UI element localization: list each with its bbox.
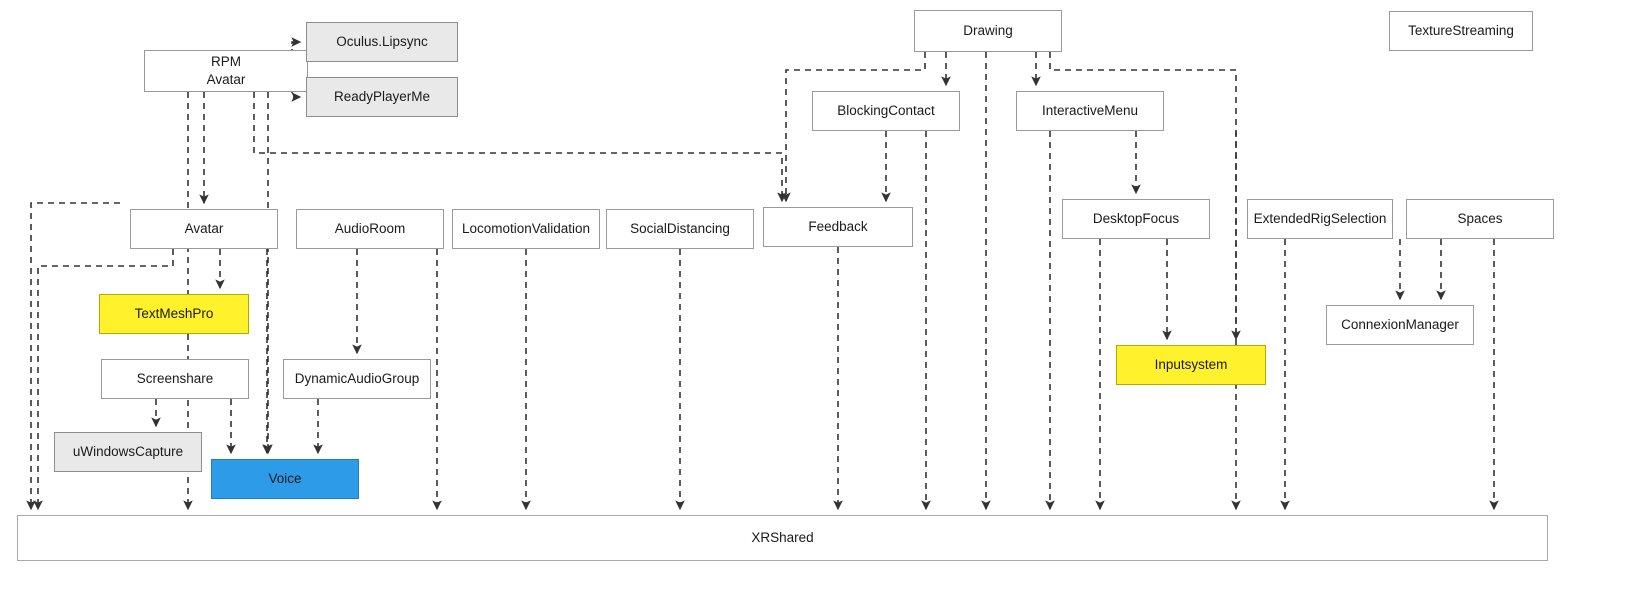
diagram-canvas: RPM Avatar Oculus.Lipsync ReadyPlayerMe Dra… <box>0 0 1647 606</box>
node-label-readyplayerme: ReadyPlayerMe <box>333 88 431 104</box>
node-desktopfocus[interactable]: DesktopFocus <box>1062 199 1210 239</box>
node-label-connexionmanager: ConnexionManager <box>1341 316 1459 332</box>
node-label-socialdistancing: SocialDistancing <box>630 220 730 236</box>
node-texturestreaming[interactable]: TextureStreaming <box>1389 11 1533 51</box>
node-label-uwindowscapture: uWindowsCapture <box>72 443 184 459</box>
node-label-rpm_avatar: RPM Avatar <box>206 53 246 87</box>
node-label-screenshare: Screenshare <box>136 370 214 386</box>
node-label-inputsystem: Inputsystem <box>1154 356 1228 372</box>
node-label-extendedrigselection: ExtendedRigSelection <box>1253 210 1387 226</box>
node-label-locomotionvalidation: LocomotionValidation <box>461 220 591 236</box>
node-label-texturestreaming: TextureStreaming <box>1408 22 1514 38</box>
node-label-feedback: Feedback <box>808 218 868 234</box>
node-connexionmanager[interactable]: ConnexionManager <box>1326 305 1474 345</box>
node-label-voice: Voice <box>268 470 302 486</box>
node-dynamicaudiogroup[interactable]: DynamicAudioGroup <box>283 359 431 399</box>
node-xrshared[interactable]: XRShared <box>17 515 1548 561</box>
node-label-drawing: Drawing <box>963 22 1013 38</box>
node-label-avatar: Avatar <box>184 220 224 236</box>
node-inputsystem[interactable]: Inputsystem <box>1116 345 1266 385</box>
node-oculus_lipsync[interactable]: Oculus.Lipsync <box>306 22 458 62</box>
node-textmeshpro[interactable]: TextMeshPro <box>99 294 249 334</box>
node-label-spaces: Spaces <box>1457 210 1503 226</box>
node-label-textmeshpro: TextMeshPro <box>134 305 214 321</box>
node-uwindowscapture[interactable]: uWindowsCapture <box>54 432 202 472</box>
node-socialdistancing[interactable]: SocialDistancing <box>606 209 754 249</box>
node-feedback[interactable]: Feedback <box>763 207 913 247</box>
node-label-xrshared: XRShared <box>751 529 814 545</box>
node-spaces[interactable]: Spaces <box>1406 199 1554 239</box>
node-audioroom[interactable]: AudioRoom <box>296 209 444 249</box>
node-blockingcontact[interactable]: BlockingContact <box>812 91 960 131</box>
node-locomotionvalidation[interactable]: LocomotionValidation <box>452 209 600 249</box>
node-label-dynamicaudiogroup: DynamicAudioGroup <box>294 370 420 386</box>
node-label-audioroom: AudioRoom <box>334 220 406 236</box>
node-avatar[interactable]: Avatar <box>130 209 278 249</box>
node-interactivemenu[interactable]: InteractiveMenu <box>1016 91 1164 131</box>
node-extendedrigselection[interactable]: ExtendedRigSelection <box>1247 199 1393 239</box>
node-label-desktopfocus: DesktopFocus <box>1092 210 1180 226</box>
node-label-oculus_lipsync: Oculus.Lipsync <box>336 33 428 49</box>
node-voice[interactable]: Voice <box>211 459 359 499</box>
node-screenshare[interactable]: Screenshare <box>101 359 249 399</box>
node-label-blockingcontact: BlockingContact <box>837 102 935 118</box>
node-readyplayerme[interactable]: ReadyPlayerMe <box>306 77 458 117</box>
node-label-interactivemenu: InteractiveMenu <box>1041 102 1139 118</box>
node-drawing[interactable]: Drawing <box>914 10 1062 52</box>
node-rpm_avatar[interactable]: RPM Avatar <box>144 50 308 92</box>
